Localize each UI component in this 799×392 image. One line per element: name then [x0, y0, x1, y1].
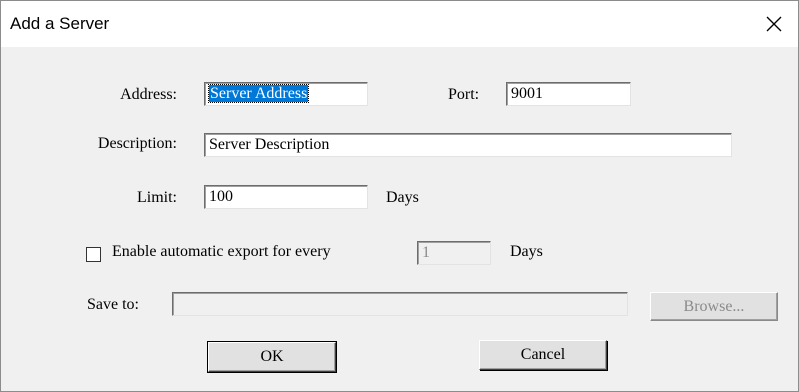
ok-button[interactable]: OK	[207, 341, 337, 373]
close-icon	[766, 16, 782, 32]
browse-button[interactable]: Browse...	[650, 292, 778, 321]
title-bar: Add a Server	[1, 1, 798, 47]
address-label: Address:	[120, 86, 177, 103]
auto-export-checkbox[interactable]	[86, 247, 101, 262]
cancel-button[interactable]: Cancel	[479, 340, 607, 370]
dialog-title: Add a Server	[10, 14, 110, 33]
dialog-body: Address: Server Address Port: 9001 Descr…	[1, 47, 798, 391]
limit-unit: Days	[386, 189, 419, 206]
auto-export-unit: Days	[510, 243, 543, 260]
save-to-field[interactable]	[172, 292, 628, 316]
close-button[interactable]	[754, 7, 794, 41]
save-to-label: Save to:	[87, 296, 139, 313]
limit-field[interactable]: 100	[204, 185, 368, 209]
limit-label: Limit:	[137, 189, 177, 206]
description-field[interactable]: Server Description	[204, 133, 732, 157]
address-field[interactable]: Server Address	[204, 82, 368, 106]
address-value: Server Address	[207, 84, 310, 103]
add-server-dialog: Add a Server Address: Server Address Por…	[0, 0, 799, 392]
port-field[interactable]: 9001	[506, 82, 631, 106]
auto-export-label[interactable]: Enable automatic export for every	[112, 243, 331, 261]
auto-export-interval-field[interactable]: 1	[417, 241, 491, 265]
description-label: Description:	[97, 135, 177, 152]
port-label: Port:	[448, 86, 480, 103]
